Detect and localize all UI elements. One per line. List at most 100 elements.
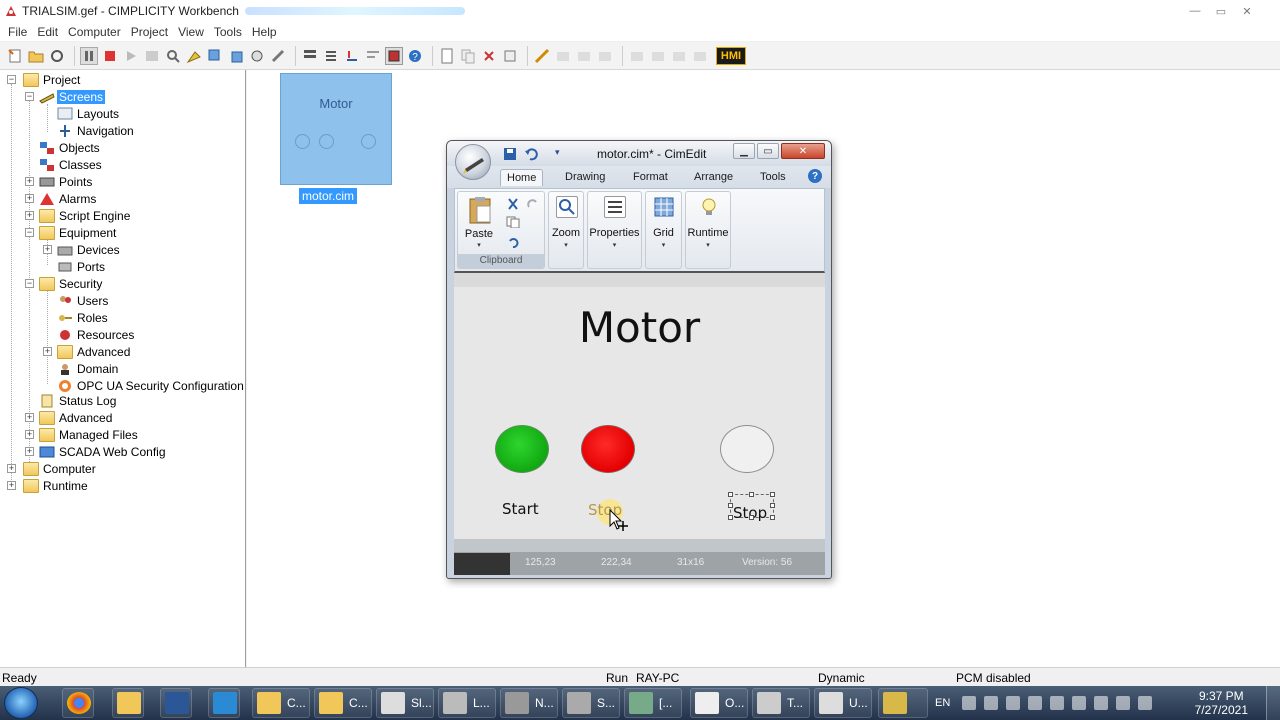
taskbar-item-10[interactable]: U... xyxy=(814,688,872,718)
runtime-button[interactable]: Runtime xyxy=(686,227,730,239)
expand-icon[interactable]: + xyxy=(43,347,52,356)
tree-item-advanced-security[interactable]: + Advanced xyxy=(43,343,132,360)
taskbar-item-5[interactable]: N... xyxy=(500,688,558,718)
minimize-button[interactable]: — xyxy=(1182,3,1208,19)
help-icon[interactable]: ? xyxy=(406,47,424,65)
config-icon[interactable] xyxy=(143,47,161,65)
show-desktop-button[interactable] xyxy=(1266,686,1280,720)
tree-item-roles[interactable]: Roles xyxy=(57,309,110,326)
play-icon[interactable] xyxy=(122,47,140,65)
taskbar-item-2[interactable]: C... xyxy=(314,688,372,718)
disabled-tool-3-icon[interactable] xyxy=(596,47,614,65)
list-icon[interactable] xyxy=(322,47,340,65)
tree-item-screens[interactable]: − Screens xyxy=(25,88,106,105)
tree-item-alarms[interactable]: + Alarms xyxy=(25,190,98,207)
undo-icon[interactable] xyxy=(524,147,538,164)
selection-handle[interactable] xyxy=(749,492,754,497)
taskbar-item-7[interactable]: [... xyxy=(624,688,682,718)
expand-icon[interactable]: + xyxy=(25,177,34,186)
tree-item-points[interactable]: + Points xyxy=(25,173,94,190)
tree-item-devices[interactable]: + Devices xyxy=(43,241,122,258)
tree-item-classes[interactable]: Classes xyxy=(39,156,104,173)
save-icon[interactable] xyxy=(503,147,517,164)
tree-item-objects[interactable]: Objects xyxy=(39,139,102,156)
tray-icon[interactable] xyxy=(1006,696,1021,710)
open-folder-icon[interactable] xyxy=(27,47,45,65)
selection-handle[interactable] xyxy=(728,503,733,508)
cim-minimize-button[interactable]: ▁ xyxy=(733,143,755,159)
drawing-canvas[interactable]: Motor Start Stop Stop xyxy=(454,273,825,539)
tab-tools[interactable]: Tools xyxy=(754,169,792,185)
delete-icon[interactable] xyxy=(480,47,498,65)
maximize-button[interactable]: ▭ xyxy=(1208,3,1234,19)
stop-icon[interactable] xyxy=(101,47,119,65)
expand-icon[interactable]: + xyxy=(25,413,34,422)
vscode-taskbar-icon[interactable] xyxy=(208,688,240,718)
selection-handle[interactable] xyxy=(770,492,775,497)
screen-thumbnail[interactable]: Motor xyxy=(280,73,392,185)
clock[interactable]: 9:37 PM 7/27/2021 xyxy=(1195,689,1248,717)
collapse-icon[interactable]: − xyxy=(25,92,34,101)
export-icon[interactable] xyxy=(206,47,224,65)
cim-close-button[interactable]: ✕ xyxy=(781,143,825,159)
taskbar-item-4[interactable]: L... xyxy=(438,688,496,718)
copy-icon[interactable] xyxy=(506,216,520,229)
align-icon[interactable] xyxy=(364,47,382,65)
tools-icon[interactable] xyxy=(269,47,287,65)
menu-help[interactable]: Help xyxy=(247,25,282,39)
network-icon[interactable] xyxy=(1138,696,1153,710)
tab-format[interactable]: Format xyxy=(627,169,674,185)
properties-button[interactable]: Properties xyxy=(588,227,641,239)
zoom-icon[interactable] xyxy=(556,196,578,218)
disabled-tool-7-icon[interactable] xyxy=(691,47,709,65)
properties-dropdown-icon[interactable]: ▾ xyxy=(588,241,641,249)
start-lamp[interactable] xyxy=(495,425,549,473)
wizard-icon[interactable] xyxy=(533,47,551,65)
tree-item-script-engine[interactable]: + Script Engine xyxy=(25,207,132,224)
new-project-icon[interactable] xyxy=(6,47,24,65)
tray-icon[interactable] xyxy=(984,696,999,710)
selection-handle[interactable] xyxy=(770,515,775,520)
lightbulb-icon[interactable] xyxy=(698,196,720,218)
search-tool-icon[interactable] xyxy=(164,47,182,65)
pause-icon[interactable] xyxy=(80,46,98,65)
expand-icon[interactable]: + xyxy=(7,464,16,473)
close-button[interactable]: ✕ xyxy=(1234,3,1260,19)
ribbon-help-icon[interactable]: ? xyxy=(808,169,822,183)
expand-icon[interactable]: + xyxy=(7,481,16,490)
build-icon[interactable] xyxy=(185,47,203,65)
expand-icon[interactable]: + xyxy=(25,430,34,439)
tab-drawing[interactable]: Drawing xyxy=(559,169,611,185)
tree-item-project[interactable]: − Project xyxy=(7,71,82,88)
undo-icon[interactable] xyxy=(506,236,520,248)
thumbnail-label[interactable]: motor.cim xyxy=(299,188,358,204)
taskbar-item-8[interactable]: O... xyxy=(690,688,748,718)
cim-maximize-button[interactable]: ▭ xyxy=(757,143,779,159)
tree-item-ports[interactable]: Ports xyxy=(57,258,107,275)
tree-item-navigation[interactable]: Navigation xyxy=(57,122,136,139)
tree-item-resources[interactable]: Resources xyxy=(57,326,136,343)
collapse-icon[interactable]: − xyxy=(25,279,34,288)
office-orb-icon[interactable] xyxy=(455,144,491,180)
new-doc-icon[interactable] xyxy=(438,47,456,65)
cimedit-taskbar-icon[interactable] xyxy=(878,688,928,718)
tray-icon[interactable] xyxy=(1094,696,1109,710)
taskbar-item-3[interactable]: Sl... xyxy=(376,688,434,718)
runtime-dropdown-icon[interactable]: ▾ xyxy=(686,241,730,249)
zoom-button[interactable]: Zoom xyxy=(549,227,583,239)
tray-icon[interactable] xyxy=(962,696,977,710)
stop-lamp[interactable] xyxy=(581,425,635,473)
duplicate-icon[interactable] xyxy=(501,47,519,65)
menu-computer[interactable]: Computer xyxy=(63,25,126,39)
tree-item-layouts[interactable]: Layouts xyxy=(57,105,121,122)
menu-tools[interactable]: Tools xyxy=(209,25,247,39)
tree-item-runtime[interactable]: + Runtime xyxy=(7,477,90,494)
grid-button[interactable]: Grid xyxy=(646,227,681,239)
tree-item-managed-files[interactable]: + Managed Files xyxy=(25,426,140,443)
menu-view[interactable]: View xyxy=(173,25,209,39)
redo-icon[interactable] xyxy=(526,198,540,210)
disabled-tool-4-icon[interactable] xyxy=(628,47,646,65)
menu-file[interactable]: File xyxy=(3,25,32,39)
expand-icon[interactable]: + xyxy=(25,194,34,203)
layout-icon[interactable] xyxy=(301,47,319,65)
